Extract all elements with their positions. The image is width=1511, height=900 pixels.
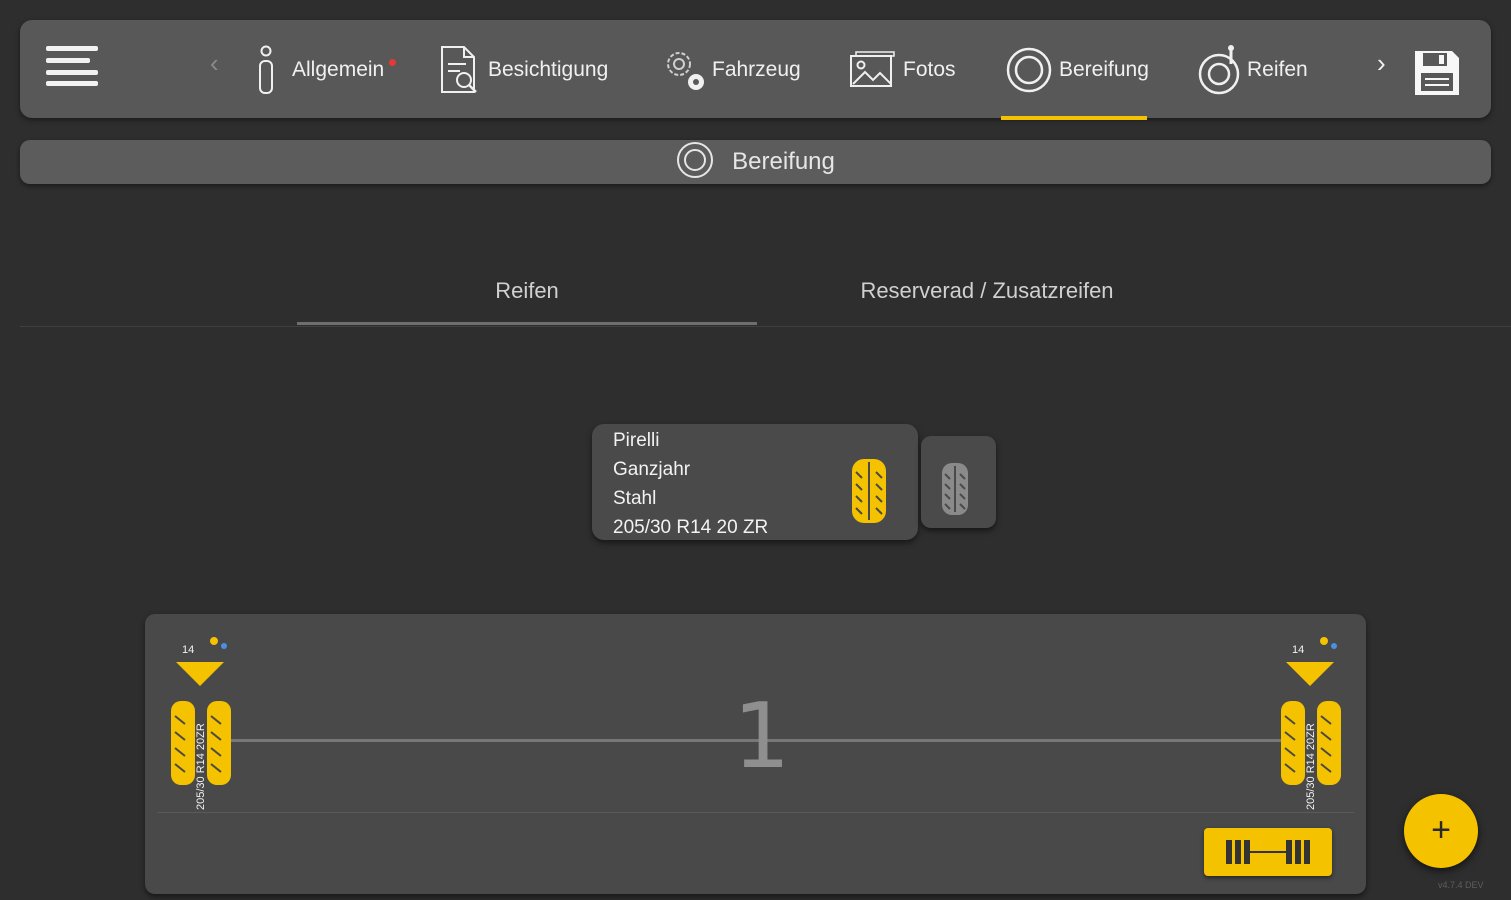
tab-allgemein-label: Allgemein	[292, 58, 385, 81]
tab-bereifung[interactable]: Bereifung	[1005, 38, 1149, 102]
tab-reifen-label: Reifen	[1247, 58, 1308, 81]
axle-config-icon	[1224, 838, 1312, 871]
tire-slot-empty[interactable]	[921, 436, 996, 528]
document-search-icon	[438, 44, 482, 96]
section-title: Bereifung	[732, 148, 835, 175]
section-header: Bereifung	[20, 140, 1491, 184]
tire-brand: Pirelli	[613, 430, 660, 451]
hamburger-menu-icon[interactable]	[46, 46, 98, 86]
photos-icon	[849, 50, 897, 90]
tab-fotos[interactable]: Fotos	[849, 38, 956, 102]
wheel-left-count: 14	[182, 644, 195, 656]
tire-season: Ganzjahr	[613, 459, 691, 480]
save-icon[interactable]	[1412, 48, 1462, 98]
tab-fotos-label: Fotos	[903, 58, 956, 81]
wheel-position-marker-icon	[176, 662, 224, 691]
axle-number: 1	[733, 684, 791, 789]
tab-reifen[interactable]: Reifen	[1197, 38, 1308, 102]
tire-tread-icon	[851, 458, 887, 529]
tabs-next-arrow[interactable]: ›	[1377, 50, 1386, 76]
tab-fahrzeug[interactable]: Fahrzeug	[662, 38, 801, 102]
tire-tread-icon	[941, 462, 969, 521]
tab-fahrzeug-label: Fahrzeug	[712, 58, 801, 81]
top-toolbar: ‹ Allgemein Besichtigung Fahrzeug Fotos …	[20, 20, 1491, 120]
info-icon	[254, 45, 278, 95]
tire-gauge-icon	[1197, 44, 1243, 96]
wheel-left-size: 205/30 R14 20ZR	[195, 723, 207, 810]
wheel-right-size: 205/30 R14 20ZR	[1305, 723, 1317, 810]
subtab-reserverad[interactable]: Reserverad / Zusatzreifen	[757, 278, 1217, 304]
tab-allgemein[interactable]: Allgemein	[254, 38, 397, 102]
tire-rim: Stahl	[613, 488, 657, 509]
sun-snow-icon	[206, 634, 232, 657]
add-button[interactable]: +	[1404, 794, 1478, 868]
panel-divider	[157, 812, 1354, 813]
axle-config-button[interactable]	[1204, 828, 1332, 876]
axle-panel: 1 14 205/30 R14 20ZR 14 205/30 R14 20ZR	[145, 614, 1366, 894]
required-indicator	[389, 58, 397, 66]
tire-ring-icon	[676, 141, 714, 184]
subtab-reifen[interactable]: Reifen	[297, 278, 757, 304]
wheel-left[interactable]: 14 205/30 R14 20ZR	[170, 634, 240, 814]
version-label: v4.7.4 DEV	[1438, 880, 1484, 890]
tab-besichtigung-label: Besichtigung	[488, 58, 609, 81]
tab-besichtigung[interactable]: Besichtigung	[438, 38, 608, 102]
wheel-right-count: 14	[1292, 644, 1305, 656]
wheel-position-marker-icon	[1286, 662, 1334, 691]
wheel-right[interactable]: 14 205/30 R14 20ZR	[1280, 634, 1350, 814]
tire-info-card[interactable]: Pirelli Ganzjahr Stahl 205/30 R14 20 ZR	[592, 424, 918, 540]
gears-icon	[662, 46, 708, 94]
subtab-active-indicator	[297, 322, 757, 325]
tire-size: 205/30 R14 20 ZR	[613, 517, 769, 538]
active-tab-indicator	[1001, 116, 1147, 120]
sun-snow-icon	[1316, 634, 1342, 657]
subtab-bar: Reifen Reserverad / Zusatzreifen	[20, 270, 1511, 327]
tire-ring-icon	[1005, 46, 1053, 94]
tabs-prev-arrow[interactable]: ‹	[210, 50, 219, 76]
tab-bereifung-label: Bereifung	[1059, 58, 1149, 81]
